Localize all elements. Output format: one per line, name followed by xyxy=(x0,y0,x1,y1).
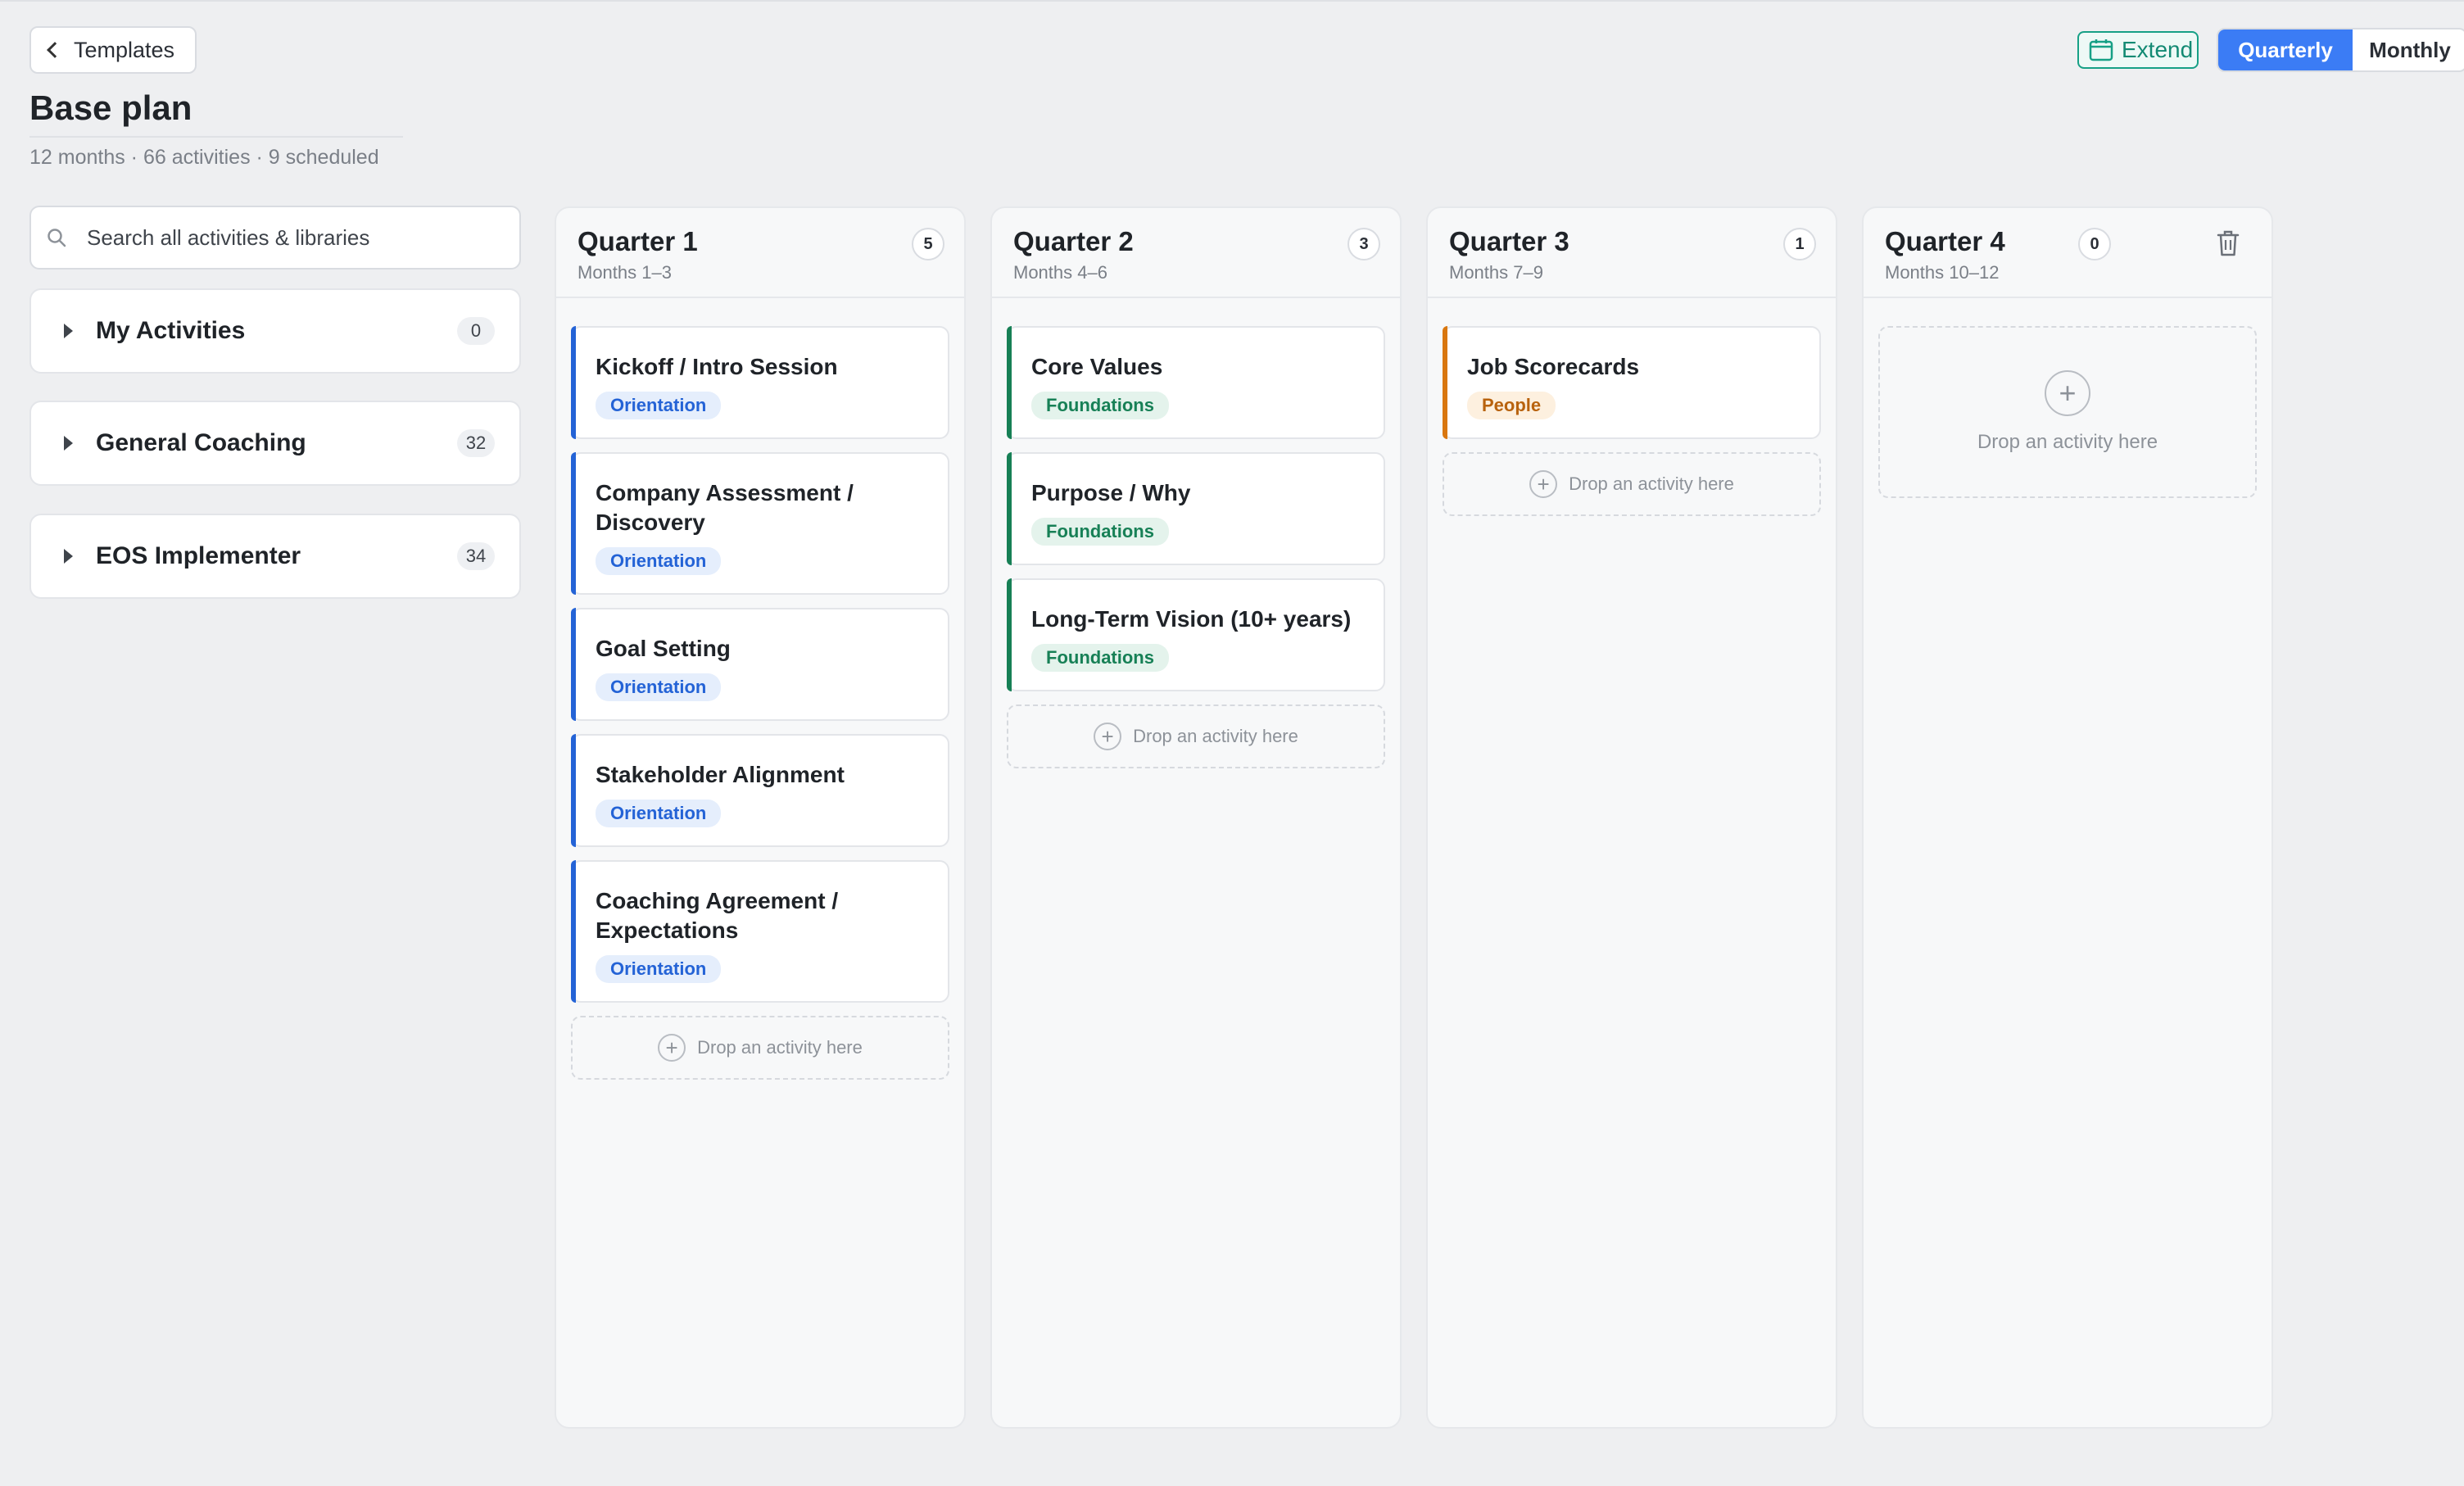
search-input[interactable] xyxy=(87,224,519,251)
category-tag: Orientation xyxy=(596,392,722,419)
drop-zone[interactable]: + Drop an activity here xyxy=(1007,704,1385,768)
activity-card[interactable]: Core Values Foundations xyxy=(1007,326,1385,439)
quarter-2-column: Quarter 2 Months 4–6 3 Core Values Found… xyxy=(990,206,1402,1429)
library-eos-implementer[interactable]: EOS Implementer 34 xyxy=(29,514,521,599)
library-count: 32 xyxy=(457,429,495,457)
quarter-months: Months 10–12 xyxy=(1885,262,2000,283)
quarter-count-badge: 0 xyxy=(2078,228,2111,261)
quarter-header: Quarter 4 Months 10–12 0 xyxy=(1864,208,2272,298)
category-tag: Foundations xyxy=(1031,644,1169,672)
activity-card[interactable]: Coaching Agreement / Expectations Orient… xyxy=(571,860,949,1003)
caret-right-icon xyxy=(64,324,73,338)
quarter-header: Quarter 2 Months 4–6 3 xyxy=(992,208,1400,298)
plus-circle-icon: + xyxy=(2045,370,2090,416)
plan-summary: 12 months · 66 activities · 9 scheduled xyxy=(29,146,379,169)
drop-zone-label: Drop an activity here xyxy=(697,1037,863,1058)
quarter-header: Quarter 3 Months 7–9 1 xyxy=(1428,208,1836,298)
activity-title: Core Values xyxy=(1031,354,1163,379)
activity-card[interactable]: Goal Setting Orientation xyxy=(571,608,949,721)
activity-title: Long-Term Vision (10+ years) xyxy=(1031,606,1352,632)
back-button-label: Templates xyxy=(74,37,175,62)
view-toggle: Quarterly Monthly xyxy=(2217,28,2464,72)
drop-zone-label: Drop an activity here xyxy=(1133,726,1298,746)
library-count: 34 xyxy=(457,542,495,570)
quarter-count-badge: 3 xyxy=(1348,228,1380,261)
plus-circle-icon: + xyxy=(658,1034,686,1062)
caret-right-icon xyxy=(64,436,73,451)
activity-card[interactable]: Stakeholder Alignment Orientation xyxy=(571,734,949,847)
quarter-count-badge: 5 xyxy=(912,228,944,261)
activity-title: Kickoff / Intro Session xyxy=(596,354,838,379)
activity-card[interactable]: Job Scorecards People xyxy=(1443,326,1821,439)
category-tag: Foundations xyxy=(1031,392,1169,419)
back-to-templates-button[interactable]: Templates xyxy=(29,26,197,74)
library-name: My Activities xyxy=(96,317,246,344)
quarter-title: Quarter 1 xyxy=(578,226,698,256)
activity-title: Coaching Agreement / Expectations xyxy=(596,888,839,943)
quarter-months: Months 4–6 xyxy=(1013,262,1107,283)
activity-title: Company Assessment / Discovery xyxy=(596,480,854,535)
category-tag: Orientation xyxy=(596,800,722,827)
activity-title: Stakeholder Alignment xyxy=(596,762,845,787)
calendar-icon xyxy=(2089,39,2113,61)
drop-zone[interactable]: + Drop an activity here xyxy=(1878,326,2257,498)
activity-title: Goal Setting xyxy=(596,636,731,661)
activity-title: Job Scorecards xyxy=(1467,354,1640,379)
library-my-activities[interactable]: My Activities 0 xyxy=(29,288,521,374)
search-icon xyxy=(48,229,66,247)
drop-zone-label: Drop an activity here xyxy=(1569,473,1734,494)
plus-circle-icon: + xyxy=(1529,470,1558,498)
drop-zone[interactable]: + Drop an activity here xyxy=(571,1016,949,1080)
quarter-months: Months 7–9 xyxy=(1449,262,1543,283)
view-monthly-button[interactable]: Monthly xyxy=(2353,29,2464,70)
library-name: EOS Implementer xyxy=(96,542,301,569)
category-tag: Orientation xyxy=(596,955,722,983)
activity-card[interactable]: Company Assessment / Discovery Orientati… xyxy=(571,452,949,595)
quarter-header: Quarter 1 Months 1–3 5 xyxy=(556,208,964,298)
page-title[interactable]: Base plan xyxy=(29,88,192,128)
quarter-3-column: Quarter 3 Months 7–9 1 Job Scorecards Pe… xyxy=(1426,206,1837,1429)
chevron-left-icon xyxy=(47,42,63,58)
activity-card[interactable]: Purpose / Why Foundations xyxy=(1007,452,1385,565)
library-count: 0 xyxy=(457,317,495,345)
caret-right-icon xyxy=(64,549,73,564)
activity-title: Purpose / Why xyxy=(1031,480,1191,505)
extend-button[interactable]: Extend xyxy=(2077,31,2199,69)
activity-card[interactable]: Kickoff / Intro Session Orientation xyxy=(571,326,949,439)
drop-zone[interactable]: + Drop an activity here xyxy=(1443,452,1821,516)
category-tag: Foundations xyxy=(1031,518,1169,546)
quarter-4-column: Quarter 4 Months 10–12 0 + Drop an activ… xyxy=(1862,206,2273,1429)
trash-icon[interactable] xyxy=(2216,229,2240,257)
category-tag: People xyxy=(1467,392,1556,419)
quarter-title: Quarter 3 xyxy=(1449,226,1569,256)
activity-card[interactable]: Long-Term Vision (10+ years) Foundations xyxy=(1007,578,1385,691)
extend-label: Extend xyxy=(2122,37,2194,62)
search-box[interactable] xyxy=(29,206,521,270)
view-quarterly-button[interactable]: Quarterly xyxy=(2218,29,2353,70)
plus-circle-icon: + xyxy=(1094,723,1122,750)
library-general-coaching[interactable]: General Coaching 32 xyxy=(29,401,521,486)
quarter-months: Months 1–3 xyxy=(578,262,672,283)
library-name: General Coaching xyxy=(96,429,306,456)
quarter-1-column: Quarter 1 Months 1–3 5 Kickoff / Intro S… xyxy=(555,206,966,1429)
category-tag: Orientation xyxy=(596,673,722,701)
drop-zone-label: Drop an activity here xyxy=(1977,431,2158,453)
category-tag: Orientation xyxy=(596,547,722,575)
title-underline xyxy=(29,136,403,138)
top-divider xyxy=(0,0,2464,2)
quarter-count-badge: 1 xyxy=(1783,228,1816,261)
quarter-title: Quarter 2 xyxy=(1013,226,1134,256)
